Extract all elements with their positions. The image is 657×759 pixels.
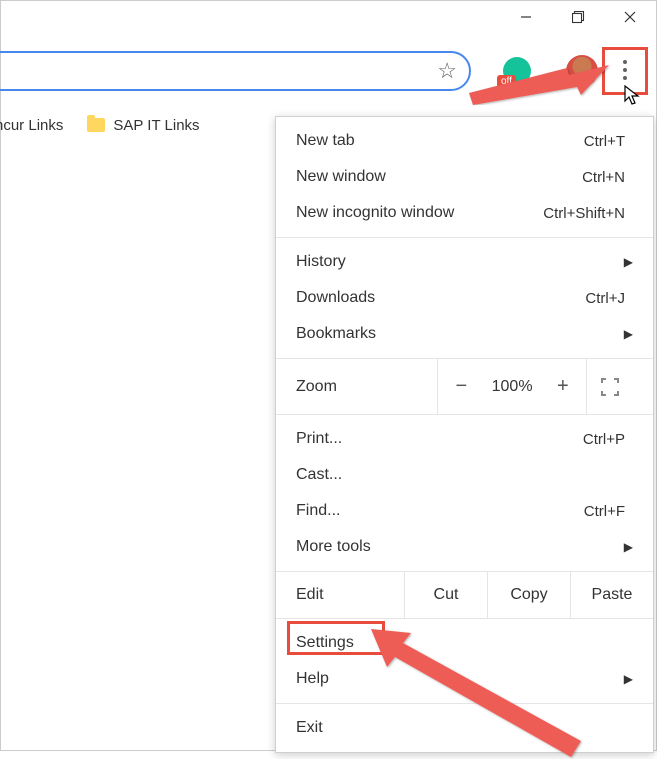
menu-shortcut: Ctrl+P — [583, 431, 625, 448]
menu-edit-label: Edit — [276, 572, 404, 618]
menu-label: New tab — [296, 132, 584, 150]
menu-item-exit[interactable]: Exit — [276, 710, 653, 746]
menu-item-settings[interactable]: Settings — [276, 625, 653, 661]
menu-label: Exit — [296, 719, 633, 737]
menu-label: More tools — [296, 538, 624, 556]
menu-label: Downloads — [296, 289, 585, 307]
menu-item-incognito[interactable]: New incognito window Ctrl+Shift+N — [276, 195, 653, 231]
bookmark-label: SAP IT Links — [113, 117, 199, 134]
menu-item-find[interactable]: Find... Ctrl+F — [276, 493, 653, 529]
menu-item-bookmarks[interactable]: Bookmarks ▶ — [276, 316, 653, 352]
menu-label: Cast... — [296, 466, 633, 484]
address-bar[interactable]: ☆ — [0, 51, 471, 91]
menu-cut-button[interactable]: Cut — [404, 572, 487, 618]
bookmark-star-icon[interactable]: ☆ — [437, 58, 457, 84]
menu-label: Find... — [296, 502, 584, 520]
menu-item-history[interactable]: History ▶ — [276, 244, 653, 280]
menu-shortcut: Ctrl+J — [585, 290, 625, 307]
menu-item-help[interactable]: Help ▶ — [276, 661, 653, 697]
menu-shortcut: Ctrl+F — [584, 503, 625, 520]
extension-off-badge: off — [497, 75, 516, 88]
menu-item-new-window[interactable]: New window Ctrl+N — [276, 159, 653, 195]
menu-item-print[interactable]: Print... Ctrl+P — [276, 421, 653, 457]
menu-shortcut: Ctrl+N — [582, 169, 625, 186]
menu-label: History — [296, 253, 624, 271]
submenu-arrow-icon: ▶ — [624, 327, 633, 341]
fullscreen-button[interactable] — [586, 359, 633, 414]
menu-item-downloads[interactable]: Downloads Ctrl+J — [276, 280, 653, 316]
bookmark-label: ncur Links — [0, 117, 63, 134]
window-close-button[interactable] — [604, 1, 656, 33]
zoom-value: 100% — [485, 378, 540, 396]
submenu-arrow-icon: ▶ — [624, 672, 633, 686]
window-restore-button[interactable] — [552, 1, 604, 33]
menu-item-cast[interactable]: Cast... — [276, 457, 653, 493]
window-minimize-button[interactable] — [500, 1, 552, 33]
menu-label: New incognito window — [296, 204, 543, 222]
zoom-in-button[interactable]: + — [539, 375, 586, 398]
menu-paste-button[interactable]: Paste — [570, 572, 653, 618]
menu-item-more-tools[interactable]: More tools ▶ — [276, 529, 653, 565]
folder-icon — [87, 118, 105, 132]
menu-copy-button[interactable]: Copy — [487, 572, 570, 618]
chrome-main-menu: New tab Ctrl+T New window Ctrl+N New inc… — [275, 116, 654, 753]
menu-shortcut: Ctrl+T — [584, 133, 625, 150]
bookmark-folder-sap[interactable]: SAP IT Links — [87, 117, 199, 134]
zoom-out-button[interactable]: − — [438, 375, 485, 398]
menu-label: Bookmarks — [296, 325, 624, 343]
menu-shortcut: Ctrl+Shift+N — [543, 205, 625, 222]
submenu-arrow-icon: ▶ — [624, 255, 633, 269]
menu-label: Help — [296, 670, 624, 688]
bookmark-folder-concur[interactable]: ncur Links — [0, 117, 63, 134]
menu-label: Print... — [296, 430, 583, 448]
menu-zoom-label: Zoom — [296, 359, 438, 414]
menu-item-new-tab[interactable]: New tab Ctrl+T — [276, 123, 653, 159]
menu-label: Settings — [296, 634, 633, 652]
submenu-arrow-icon: ▶ — [624, 540, 633, 554]
chrome-menu-button[interactable] — [604, 49, 646, 91]
profile-avatar[interactable] — [566, 55, 598, 87]
menu-label: New window — [296, 168, 582, 186]
